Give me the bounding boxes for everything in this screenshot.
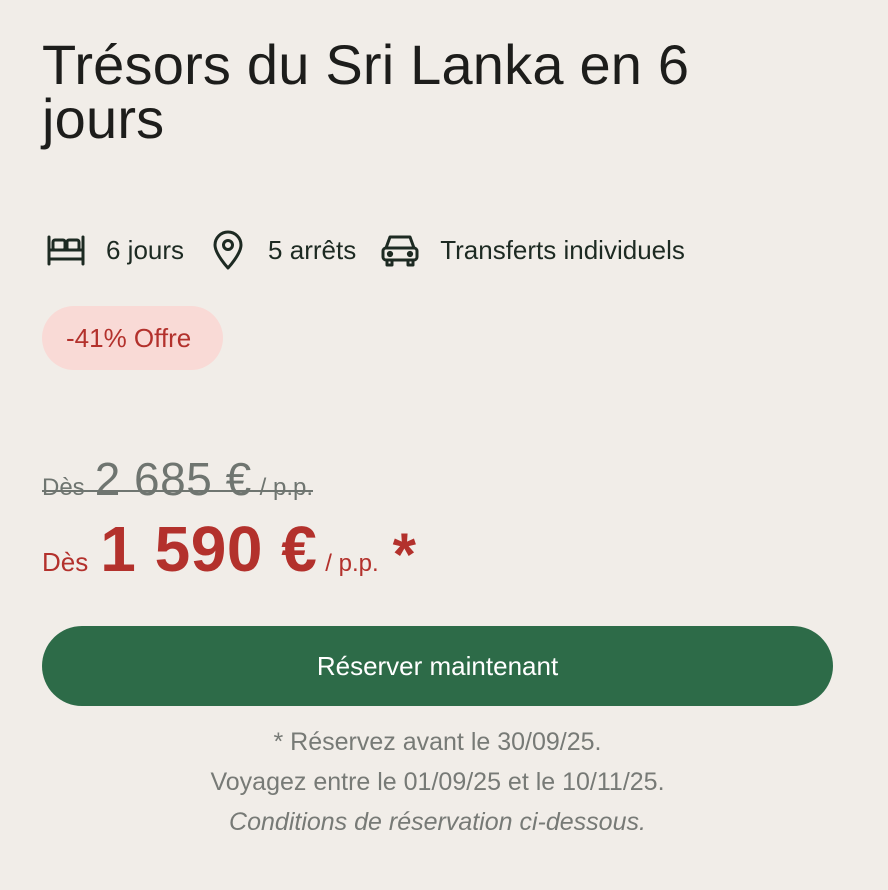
original-price-amount: 2 685 €	[94, 453, 252, 505]
feature-stops: 5 arrêts	[206, 230, 356, 270]
price-asterisk: *	[392, 521, 417, 588]
discounted-price-unit: / p.p.	[325, 550, 379, 577]
page-title: Trésors du Sri Lanka en 6 jours	[42, 33, 690, 150]
discounted-price: Dès 1 590 € / p.p. *	[42, 512, 417, 588]
discounted-price-prefix: Dès	[42, 547, 89, 577]
discount-badge: -41% Offre	[42, 306, 224, 370]
booking-conditions: * Réservez avant le 30/09/25. Voyagez en…	[42, 722, 833, 842]
bed-icon	[44, 230, 88, 270]
original-price-prefix: Dès	[42, 474, 85, 501]
location-pin-icon	[206, 230, 250, 270]
feature-duration: 6 jours	[44, 230, 184, 270]
booking-conditions-note: Conditions de réservation ci-dessous.	[229, 808, 646, 836]
original-price: Dès 2 685 € / p.p.	[42, 452, 314, 506]
feature-transfers: Transferts individuels	[378, 230, 685, 270]
feature-duration-label: 6 jours	[106, 234, 185, 265]
strikethrough-line	[42, 490, 314, 492]
car-icon	[378, 230, 422, 270]
discounted-price-amount: 1 590 €	[100, 513, 318, 585]
feature-transfers-label: Transferts individuels	[440, 234, 685, 265]
feature-stops-label: 5 arrêts	[268, 234, 357, 265]
booking-deadline-text: * Réservez avant le 30/09/25.	[273, 728, 602, 756]
original-price-unit: / p.p.	[259, 474, 314, 501]
travel-window-text: Voyagez entre le 01/09/25 et le 10/11/25…	[210, 768, 665, 796]
book-now-button[interactable]: Réserver maintenant	[42, 626, 833, 706]
feature-list: 6 jours 5 arrêts Transferts individuels	[44, 230, 707, 270]
